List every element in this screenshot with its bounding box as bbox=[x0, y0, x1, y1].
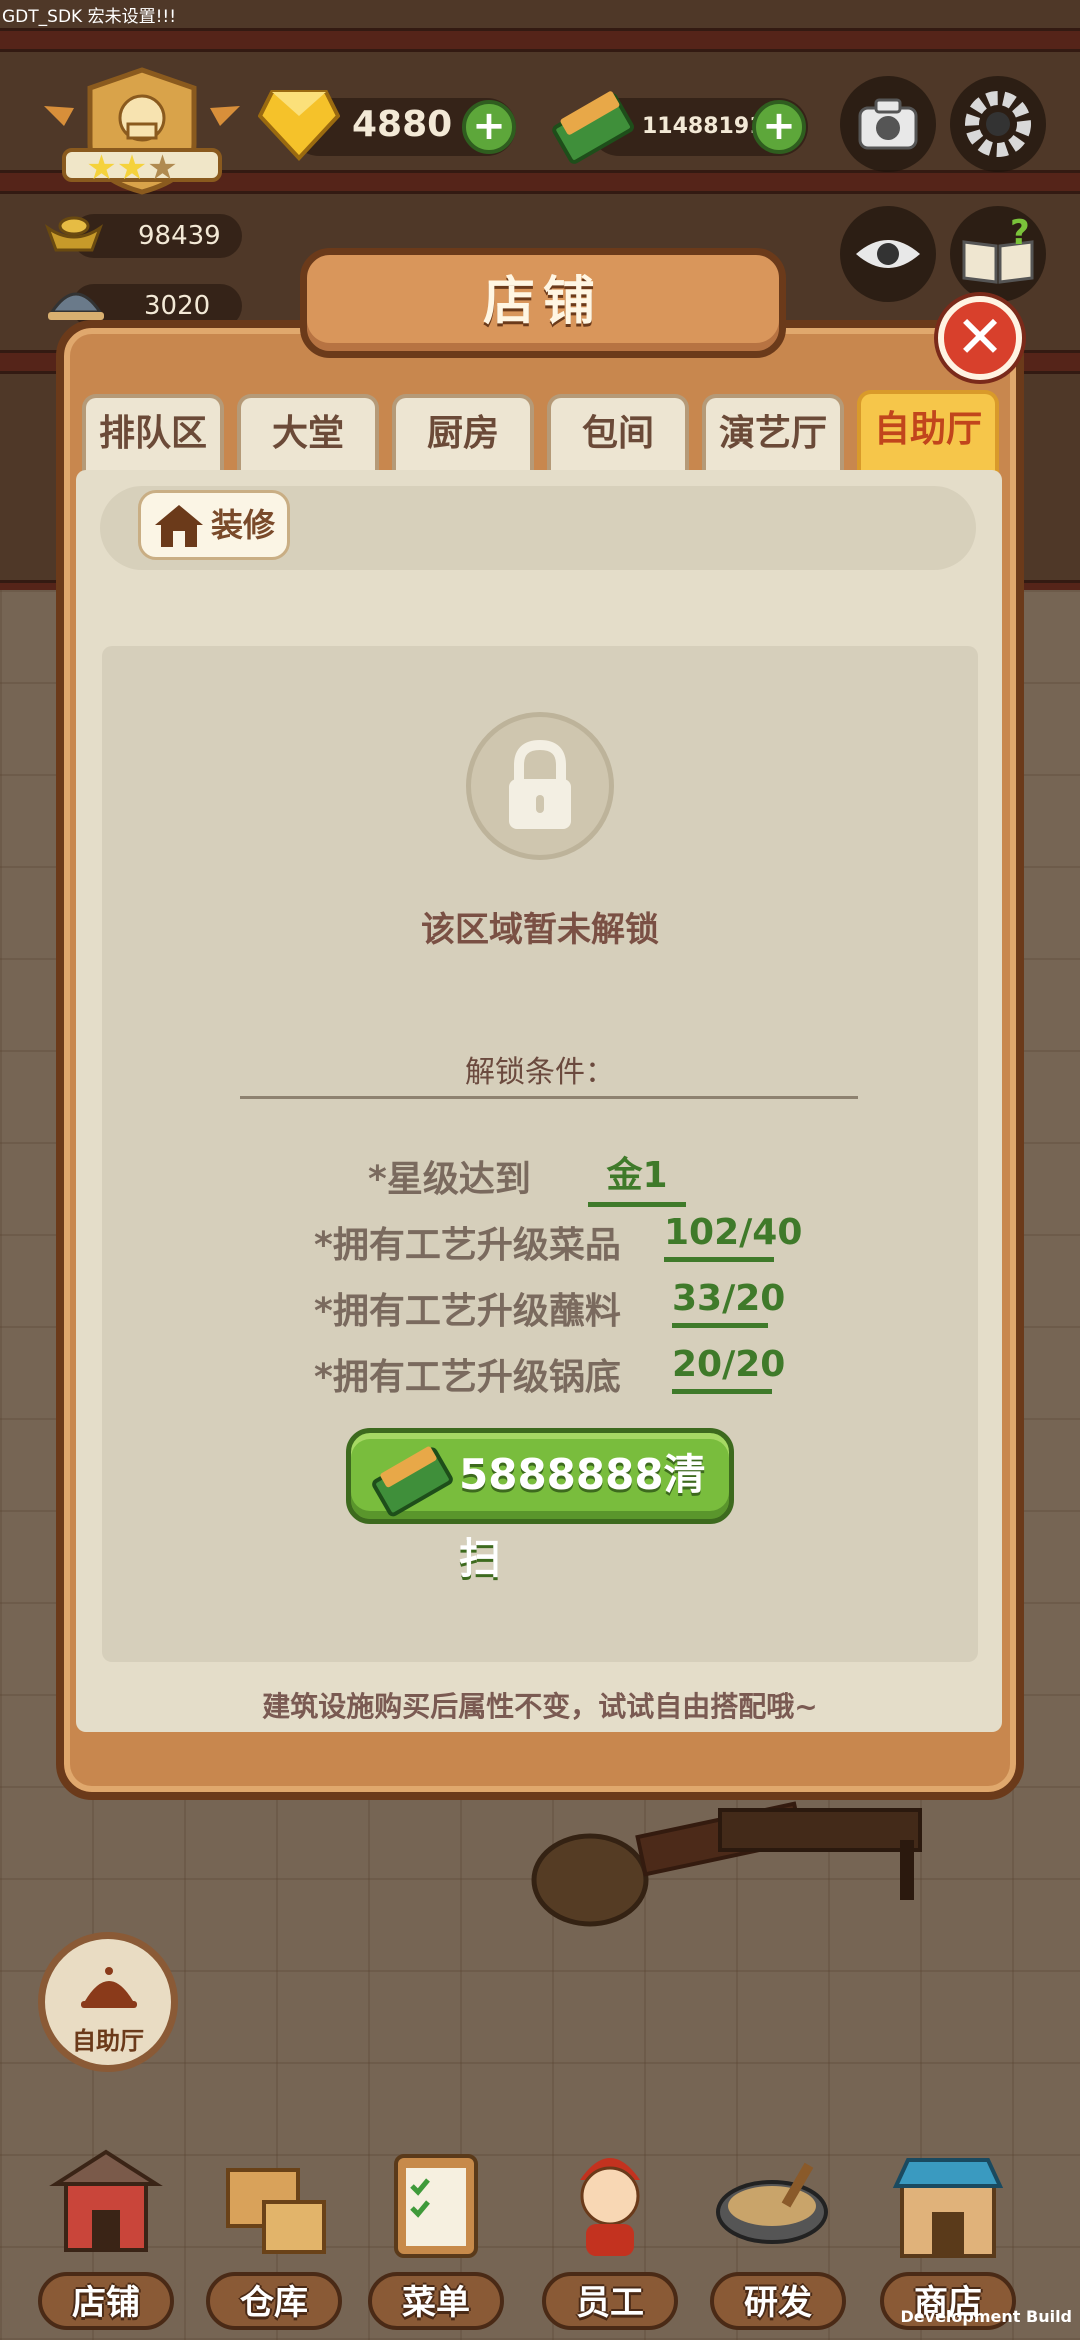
tab-kitchen[interactable]: 厨房 bbox=[392, 394, 534, 472]
tab-lobby[interactable]: 大堂 bbox=[237, 394, 379, 472]
staff-chef-icon bbox=[580, 2158, 640, 2256]
debug-message: GDT_SDK 宏未设置!!! bbox=[2, 7, 177, 27]
cash-stack-icon bbox=[552, 91, 634, 164]
shop-building-icon bbox=[49, 2149, 163, 2252]
house-icon bbox=[155, 505, 203, 547]
nav-store[interactable]: 商店 bbox=[868, 2140, 1028, 2330]
nav-label: 菜单 bbox=[402, 2283, 470, 2323]
star-icon: ★ bbox=[86, 148, 117, 188]
tab-queue-area[interactable]: 排队区 bbox=[82, 394, 224, 472]
panel-title: 店铺 bbox=[482, 272, 603, 332]
panel-title-plate: 店铺 bbox=[300, 248, 786, 358]
condition-value: 20/20 bbox=[672, 1344, 785, 1394]
add-gems-button[interactable]: + bbox=[462, 100, 516, 154]
star-icon: ★ bbox=[116, 148, 148, 188]
sweep-button[interactable]: 5888888清扫 bbox=[346, 1428, 734, 1583]
cash-stack-icon bbox=[372, 1446, 453, 1517]
build-label: Development Build bbox=[900, 2307, 1072, 2326]
locked-message: 该区域暂未解锁 bbox=[421, 910, 659, 950]
eye-icon bbox=[856, 240, 920, 268]
star-rating: ★★★ bbox=[62, 150, 202, 186]
gem-amount: 4880 bbox=[352, 104, 453, 145]
nav-research[interactable]: 研发 bbox=[698, 2140, 858, 2330]
condition-value: 33/20 bbox=[672, 1278, 785, 1328]
nav-label: 员工 bbox=[576, 2283, 644, 2323]
cloche-icon bbox=[81, 1967, 137, 2008]
camera-button[interactable] bbox=[840, 76, 936, 172]
lock-badge bbox=[466, 712, 614, 860]
nav-label: 研发 bbox=[744, 2283, 812, 2323]
conditions-title: 解锁条件： bbox=[465, 1055, 615, 1090]
condition-label: *拥有工艺升级菜品 bbox=[314, 1225, 621, 1266]
guide-book-button[interactable]: ? bbox=[950, 206, 1046, 302]
condition-label: *拥有工艺升级蘸料 bbox=[314, 1291, 621, 1332]
view-button[interactable] bbox=[840, 206, 936, 302]
tab-buffet-hall[interactable]: 自助厅 bbox=[857, 390, 999, 472]
svg-text:?: ? bbox=[1010, 213, 1030, 253]
book-question-icon: ? bbox=[962, 213, 1034, 284]
nav-label: 店铺 bbox=[72, 2283, 140, 2323]
camera-icon bbox=[858, 98, 918, 150]
gold-ingot-icon bbox=[44, 216, 104, 252]
sweep-label: 5888888清扫 bbox=[459, 1433, 729, 1601]
warehouse-boxes-icon bbox=[226, 2168, 326, 2254]
gear-icon bbox=[965, 91, 1031, 157]
condition-label: *星级达到 bbox=[368, 1159, 531, 1200]
add-cash-button[interactable]: + bbox=[752, 100, 806, 154]
footer-tip: 建筑设施购买后属性不变，试试自由搭配哦~ bbox=[262, 1690, 818, 1723]
buffet-hall-button[interactable]: 自助厅 bbox=[38, 1932, 178, 2072]
nav-shop[interactable]: 店铺 bbox=[26, 2140, 186, 2330]
sweep-cost: 5888888 bbox=[459, 1450, 664, 1499]
nav-menu[interactable]: 菜单 bbox=[356, 2140, 516, 2330]
nav-label: 仓库 bbox=[240, 2283, 308, 2323]
nav-staff[interactable]: 员工 bbox=[530, 2140, 690, 2330]
conditions-divider bbox=[240, 1096, 858, 1099]
gem-icon bbox=[258, 90, 340, 161]
close-button[interactable]: ✕ bbox=[938, 296, 1022, 380]
close-icon: ✕ bbox=[955, 303, 1005, 371]
lock-icon bbox=[509, 739, 571, 829]
tab-private-room[interactable]: 包间 bbox=[547, 394, 689, 472]
research-wok-icon bbox=[716, 2162, 828, 2244]
store-icon bbox=[892, 2158, 1004, 2258]
condition-label: *拥有工艺升级锅底 bbox=[314, 1357, 621, 1398]
menu-clipboard-icon bbox=[394, 2154, 478, 2258]
settings-button[interactable] bbox=[950, 76, 1046, 172]
condition-value: 金1 bbox=[588, 1146, 686, 1207]
decorate-button[interactable]: 装修 bbox=[138, 490, 290, 560]
tab-performance-hall[interactable]: 演艺厅 bbox=[702, 394, 844, 472]
decorate-label: 装修 bbox=[211, 506, 276, 544]
nav-warehouse[interactable]: 仓库 bbox=[194, 2140, 354, 2330]
buffet-hall-label: 自助厅 bbox=[72, 2027, 144, 2055]
star-icon: ★ bbox=[147, 148, 178, 188]
condition-value: 102/40 bbox=[664, 1212, 802, 1262]
